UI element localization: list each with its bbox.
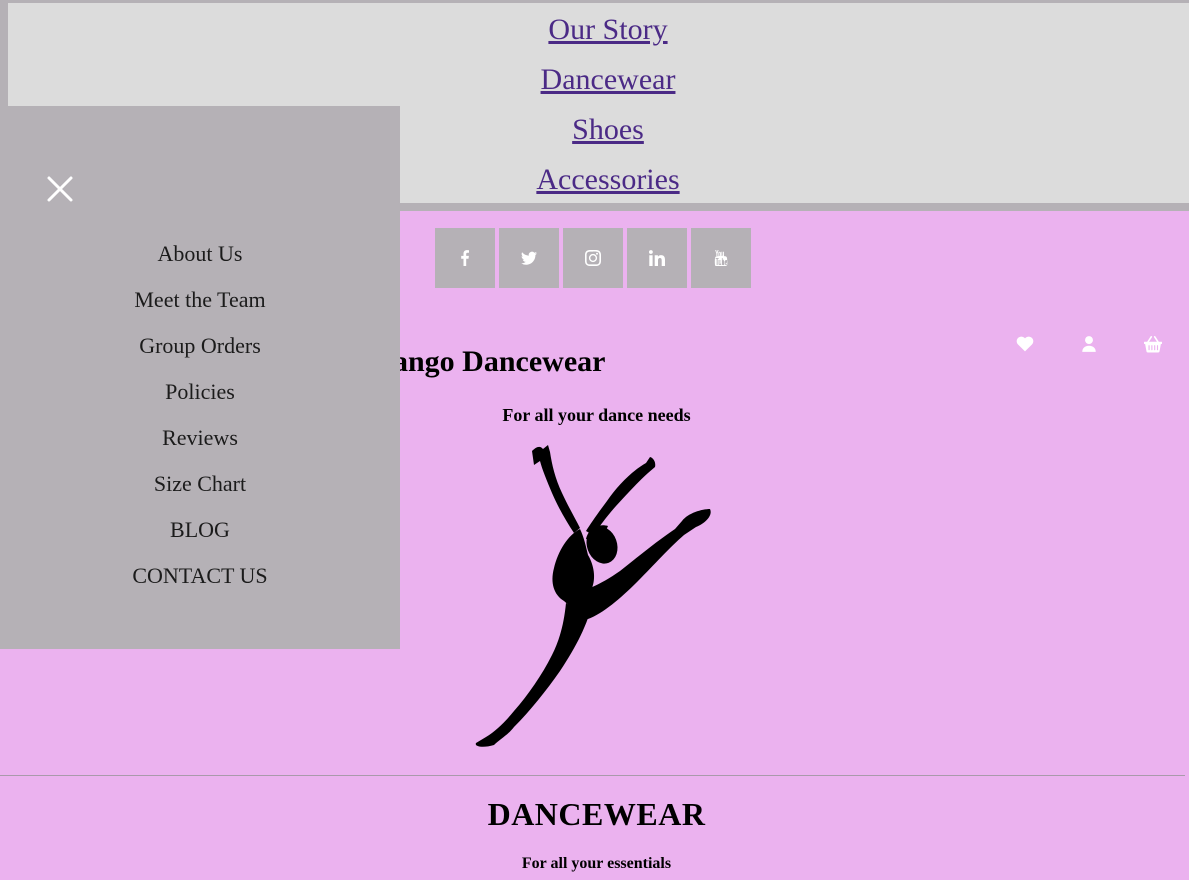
section-title: DANCEWEAR (487, 796, 706, 832)
facebook-button[interactable] (435, 228, 495, 288)
side-drawer: About Us Meet the Team Group Orders Poli… (0, 106, 400, 649)
drawer-item-group-orders[interactable]: Group Orders (0, 331, 400, 377)
drawer-item-about-us[interactable]: About Us (0, 239, 400, 285)
close-drawer-button[interactable] (44, 173, 76, 205)
drawer-item-size-chart[interactable]: Size Chart (0, 469, 400, 515)
drawer-item-policies[interactable]: Policies (0, 377, 400, 423)
nav-link-our-story[interactable]: Our Story (8, 13, 1189, 47)
facebook-icon (461, 250, 469, 266)
twitter-button[interactable] (499, 228, 559, 288)
account-button[interactable] (1079, 334, 1099, 354)
wishlist-button[interactable] (1015, 334, 1035, 354)
user-icon (1082, 336, 1096, 352)
instagram-icon (585, 250, 601, 266)
social-links (435, 228, 751, 288)
drawer-item-reviews[interactable]: Reviews (0, 423, 400, 469)
nav-link-dancewear[interactable]: Dancewear (8, 63, 1189, 97)
youtube-icon (714, 250, 728, 266)
twitter-icon (521, 251, 537, 265)
basket-icon (1144, 335, 1162, 353)
header-actions (1015, 334, 1163, 354)
section-divider (0, 775, 1185, 776)
cart-button[interactable] (1143, 334, 1163, 354)
youtube-button[interactable] (691, 228, 751, 288)
instagram-button[interactable] (563, 228, 623, 288)
close-icon (47, 176, 73, 202)
dancer-silhouette-image (475, 445, 711, 747)
brand-name: ango Dancewear (393, 345, 606, 378)
section-subtitle: For all your essentials (521, 855, 672, 872)
drawer-menu: About Us Meet the Team Group Orders Poli… (0, 239, 400, 607)
linkedin-icon (649, 250, 665, 266)
drawer-item-contact-us[interactable]: CONTACT US (0, 561, 400, 607)
drawer-item-meet-the-team[interactable]: Meet the Team (0, 285, 400, 331)
drawer-item-blog[interactable]: BLOG (0, 515, 400, 561)
linkedin-button[interactable] (627, 228, 687, 288)
heart-icon (1016, 336, 1034, 352)
